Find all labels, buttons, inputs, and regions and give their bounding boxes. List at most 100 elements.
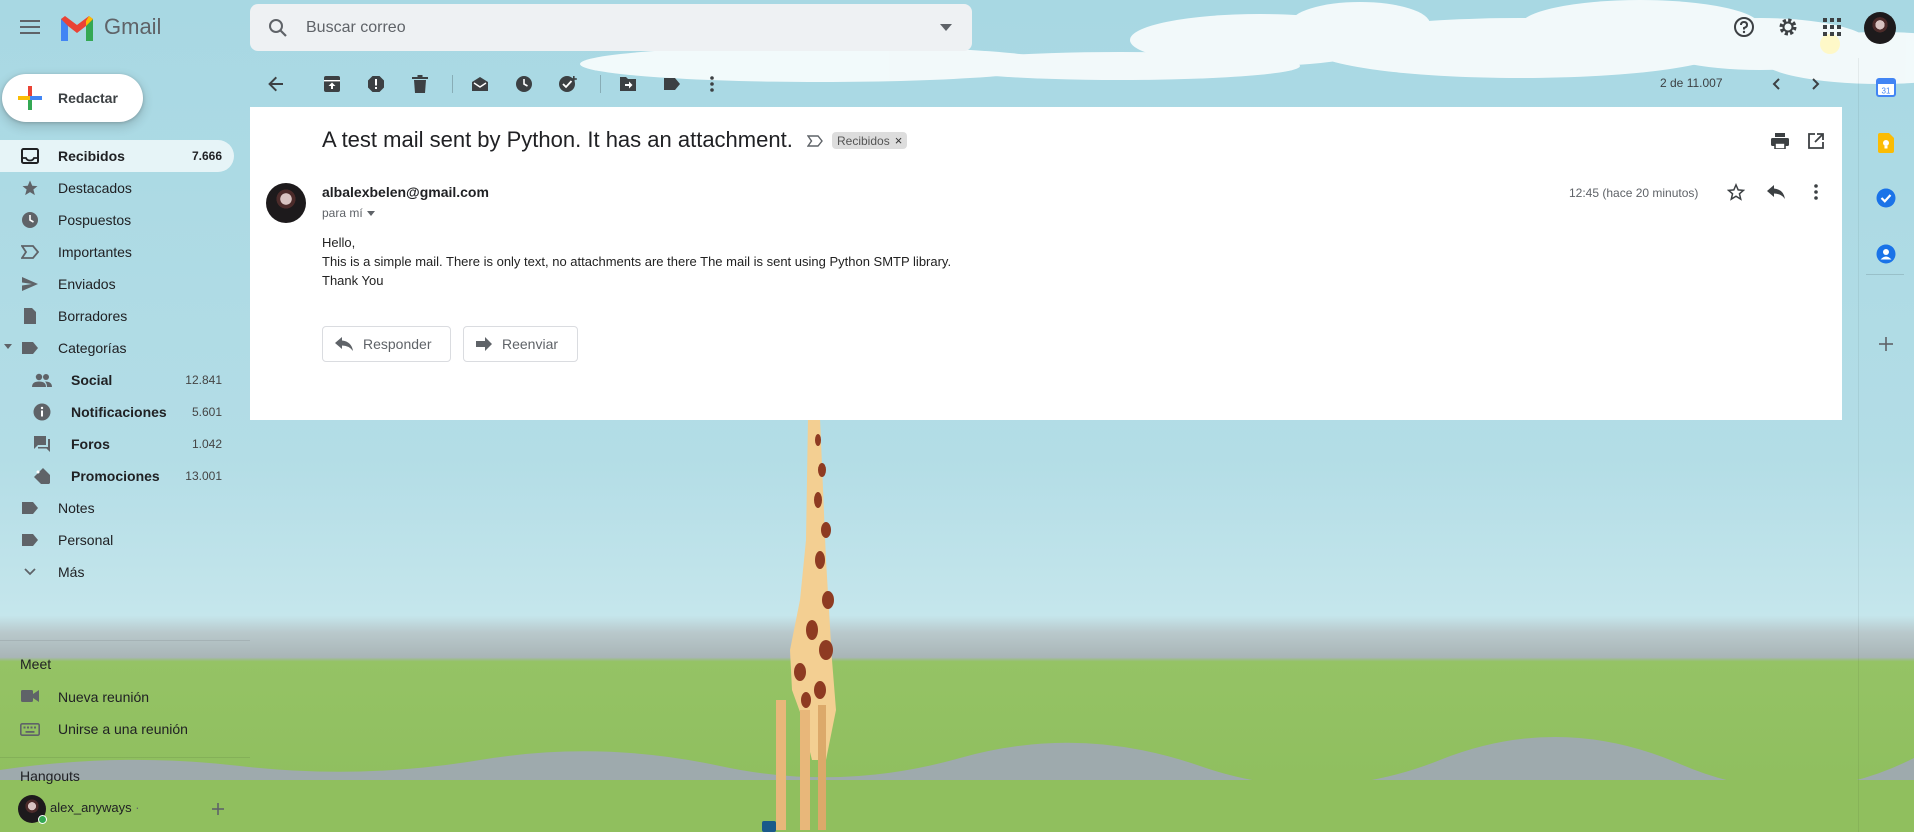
new-meeting-label: Nueva reunión: [58, 689, 150, 705]
search-icon: [269, 18, 287, 37]
settings-button[interactable]: [1773, 12, 1803, 42]
status-separator: ·: [135, 800, 140, 815]
unread-count: 7.666: [191, 149, 222, 163]
sidebar-item-snoozed[interactable]: Pospuestos: [0, 204, 234, 236]
report-spam-button[interactable]: [361, 69, 391, 99]
svg-text:31: 31: [1882, 87, 1891, 96]
label-icon: [20, 530, 40, 550]
archive-button[interactable]: [317, 69, 347, 99]
sidebar-item-label: Pospuestos: [58, 212, 132, 228]
reply-icon-button[interactable]: [1764, 180, 1788, 204]
toolbar-divider: [452, 75, 453, 93]
label-chip-inbox: Recibidos ×: [832, 132, 908, 149]
new-meeting-button[interactable]: Nueva reunión: [0, 681, 234, 713]
hangouts-username: alex_anyways: [50, 800, 132, 815]
recipient-details-toggle[interactable]: para mí: [322, 206, 375, 220]
sidebar-item-categories[interactable]: Categorías: [0, 332, 234, 364]
support-button[interactable]: [1729, 12, 1759, 42]
body-line: Thank You: [322, 273, 384, 288]
sidebar-item-promotions[interactable]: Promociones 13.001: [0, 460, 234, 492]
contacts-addon-button[interactable]: [1874, 242, 1898, 266]
sidebar-item-personal[interactable]: Personal: [0, 524, 234, 556]
mark-unread-button[interactable]: [465, 69, 495, 99]
people-icon: [32, 370, 52, 390]
sidebar-item-notifications[interactable]: Notificaciones 5.601: [0, 396, 234, 428]
get-addons-button[interactable]: [1874, 332, 1898, 356]
search-button[interactable]: [250, 4, 306, 51]
trash-icon: [412, 75, 428, 93]
sidebar-item-forums[interactable]: Foros 1.042: [0, 428, 234, 460]
star-icon: [20, 178, 40, 198]
more-options-button[interactable]: [697, 69, 727, 99]
back-button[interactable]: [261, 69, 291, 99]
forward-button[interactable]: Reenviar: [463, 326, 578, 362]
caret-down-icon: [366, 210, 375, 216]
sidebar-item-social[interactable]: Social 12.841: [0, 364, 234, 396]
reply-button[interactable]: Responder: [322, 326, 451, 362]
open-new-window-button[interactable]: [1801, 127, 1831, 155]
forward-icon: [476, 337, 492, 351]
remove-label-icon[interactable]: ×: [895, 133, 903, 148]
label-icon: [664, 78, 680, 90]
apps-grid-icon: [1823, 18, 1841, 36]
gmail-m-icon: [61, 16, 93, 41]
mail-open-icon: [472, 77, 488, 91]
account-avatar[interactable]: [1864, 12, 1896, 44]
gear-icon: [1779, 18, 1797, 36]
keep-addon-button[interactable]: [1874, 131, 1898, 155]
reply-label: Responder: [363, 336, 432, 352]
report-icon: [368, 76, 384, 92]
search-bar[interactable]: [250, 4, 972, 51]
apps-button[interactable]: [1817, 12, 1847, 42]
move-to-button[interactable]: [613, 69, 643, 99]
unread-count: 12.841: [185, 373, 222, 387]
gmail-logo[interactable]: Gmail: [58, 10, 161, 44]
print-button[interactable]: [1765, 127, 1795, 155]
add-to-tasks-button[interactable]: [553, 69, 583, 99]
sender-avatar[interactable]: [266, 183, 306, 223]
clock-icon: [20, 210, 40, 230]
delete-button[interactable]: [405, 69, 435, 99]
sidebar-item-label: Notes: [58, 500, 95, 516]
calendar-addon-button[interactable]: 31: [1874, 75, 1898, 99]
unread-count: 1.042: [191, 437, 222, 451]
star-button[interactable]: [1724, 180, 1748, 204]
more-vert-icon: [1814, 184, 1818, 200]
new-conversation-button[interactable]: [208, 799, 228, 819]
sender-email[interactable]: albalexbelen@gmail.com: [322, 184, 489, 200]
sidebar-item-notes[interactable]: Notes: [0, 492, 234, 524]
tasks-addon-button[interactable]: [1874, 186, 1898, 210]
newer-button[interactable]: [1761, 69, 1791, 99]
pagination-text: 2 de 11.007: [1660, 76, 1723, 90]
sidebar-item-sent[interactable]: Enviados: [0, 268, 234, 300]
caret-down-icon[interactable]: [4, 344, 12, 349]
sidebar-item-important[interactable]: Importantes: [0, 236, 234, 268]
keyboard-icon: [20, 723, 40, 736]
snooze-button[interactable]: [509, 69, 539, 99]
email-more-button[interactable]: [1804, 180, 1828, 204]
join-meeting-button[interactable]: Unirse a una reunión: [0, 713, 234, 745]
plus-icon: [18, 86, 42, 110]
labels-button[interactable]: [657, 69, 687, 99]
arrow-left-icon: [268, 76, 283, 92]
sidebar-item-more[interactable]: Más: [0, 556, 234, 588]
sidebar-item-label: Importantes: [58, 244, 132, 260]
info-icon: [32, 402, 52, 422]
sidebar-item-label: Social: [71, 372, 113, 388]
recipient-text: para mí: [322, 206, 363, 220]
sidebar-item-inbox[interactable]: Recibidos 7.666: [0, 140, 234, 172]
older-button[interactable]: [1801, 69, 1831, 99]
search-input[interactable]: [306, 18, 920, 37]
forward-label: Reenviar: [502, 336, 559, 352]
label-icon: [20, 338, 40, 358]
tag-icon: [32, 466, 52, 486]
main-menu-button[interactable]: [14, 11, 46, 43]
hangouts-user[interactable]: alex_anyways ·: [50, 800, 140, 815]
sidebar-item-starred[interactable]: Destacados: [0, 172, 234, 204]
sidebar-item-drafts[interactable]: Borradores: [0, 300, 234, 332]
importance-marker-button[interactable]: [803, 131, 827, 151]
reply-icon: [335, 337, 353, 351]
search-options-button[interactable]: [920, 4, 972, 51]
compose-button[interactable]: Redactar: [2, 74, 143, 122]
meet-title: Meet: [20, 656, 52, 672]
